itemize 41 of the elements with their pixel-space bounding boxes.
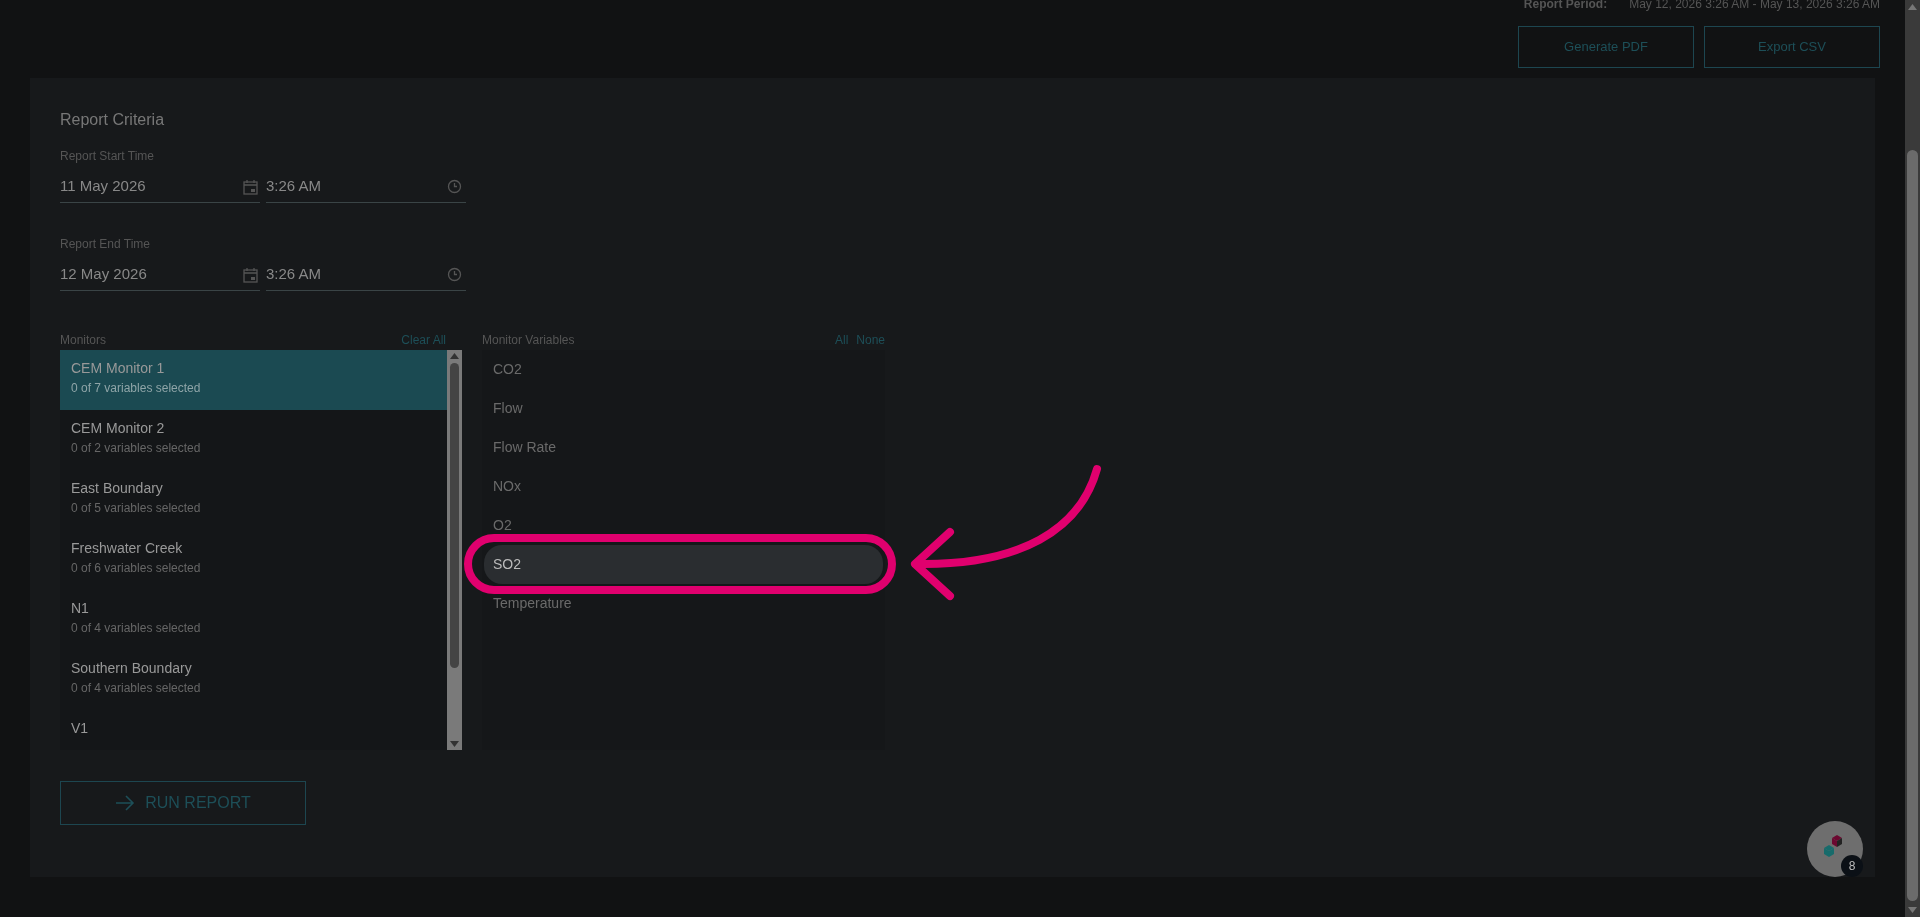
arrow-right-icon	[115, 795, 136, 811]
clock-icon[interactable]	[447, 267, 462, 282]
scroll-up-icon[interactable]	[1908, 4, 1917, 10]
variables-heading: Monitor Variables	[482, 332, 575, 347]
field-label: Report End Time	[60, 236, 152, 253]
clear-all-link[interactable]: Clear All	[401, 331, 446, 347]
page-scrollbar[interactable]	[1905, 0, 1920, 917]
variable-item[interactable]: Flow Rate	[484, 428, 883, 467]
variable-item[interactable]: Flow	[484, 389, 883, 428]
variable-item[interactable]: SO2	[484, 545, 883, 584]
monitor-item[interactable]: CEM Monitor 2 0 of 2 variables selected	[60, 410, 447, 470]
variable-item[interactable]: Temperature	[484, 584, 883, 623]
scroll-down-icon[interactable]	[450, 741, 459, 747]
monitor-item[interactable]: CEM Monitor 1 0 of 7 variables selected	[60, 350, 447, 410]
variable-item[interactable]: NOx	[484, 467, 883, 506]
action-button[interactable]: Export CSV	[1704, 26, 1880, 68]
report-period-label: Report Period:	[1523, 0, 1608, 10]
calendar-icon[interactable]	[243, 178, 258, 195]
scrollbar-thumb[interactable]	[450, 363, 459, 668]
scroll-up-icon[interactable]	[450, 353, 459, 359]
section-title: Report Criteria	[60, 110, 166, 130]
field-label: Report Start Time	[60, 148, 156, 165]
variable-item[interactable]: O2	[484, 506, 883, 545]
monitor-item[interactable]: Southern Boundary 0 of 4 variables selected	[60, 650, 447, 710]
time-field[interactable]: 3:26 AM	[266, 259, 466, 291]
monitor-item[interactable]: East Boundary 0 of 5 variables selected	[60, 470, 447, 530]
monitors-heading: Monitors	[60, 332, 106, 347]
clock-icon[interactable]	[447, 179, 462, 194]
report-period-value: May 12, 2026 3:26 AM - May 13, 2026 3:26 AM	[1629, 0, 1880, 10]
scrollbar-thumb[interactable]	[1907, 150, 1918, 901]
calendar-icon[interactable]	[243, 266, 258, 283]
date-field[interactable]: 12 May 2026	[60, 259, 260, 291]
monitor-item[interactable]: V1	[60, 710, 447, 750]
variable-item[interactable]: CO2	[484, 350, 883, 389]
action-button[interactable]: Generate PDF	[1518, 26, 1694, 68]
date-field[interactable]: 11 May 2026	[60, 171, 260, 203]
scrollbar[interactable]	[447, 350, 462, 750]
monitor-item[interactable]: N1 0 of 4 variables selected	[60, 590, 447, 650]
time-field[interactable]: 3:26 AM	[266, 171, 466, 203]
monitor-item[interactable]: Freshwater Creek 0 of 6 variables selected	[60, 530, 447, 590]
scroll-down-icon[interactable]	[1908, 907, 1917, 913]
